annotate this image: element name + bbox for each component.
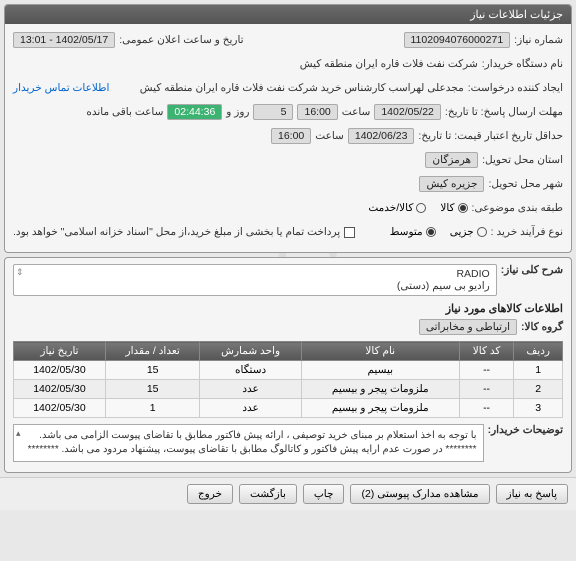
buyer-note-label: توضیحات خریدار: <box>488 424 563 436</box>
print-button[interactable]: چاپ <box>303 484 345 504</box>
th-qty: تعداد / مقدار <box>105 342 199 361</box>
cell-qty: 1 <box>105 399 199 418</box>
cell-code: -- <box>459 380 514 399</box>
cell-date: 1402/05/30 <box>14 399 106 418</box>
cell-name: بیسیم <box>301 361 459 380</box>
radio-dot-icon <box>426 227 436 237</box>
scroll-up-icon[interactable]: ▴ <box>16 427 21 440</box>
radio-dot-icon <box>477 227 487 237</box>
th-name: نام کالا <box>301 342 459 361</box>
th-row: ردیف <box>514 342 563 361</box>
contact-link[interactable]: اطلاعات تماس خریدار <box>13 82 109 94</box>
cell-qty: 15 <box>105 380 199 399</box>
docs-button[interactable]: مشاهده مدارک پیوستی (2) <box>350 484 489 504</box>
items-section-title: اطلاعات کالاهای مورد نیاز <box>13 302 563 315</box>
radio-service-label: کالا/خدمت <box>368 202 413 214</box>
remaining-suffix: ساعت باقی مانده <box>86 106 163 118</box>
deadline-time: 16:00 <box>297 104 337 120</box>
radio-medium[interactable]: متوسط <box>390 226 436 238</box>
cell-row: 2 <box>514 380 563 399</box>
announce-value: 1402/05/17 - 13:01 <box>13 32 115 48</box>
cell-qty: 15 <box>105 361 199 380</box>
back-button[interactable]: بازگشت <box>239 484 297 504</box>
buyer-org-value: شرکت نفت فلات قاره ایران منطقه کیش <box>300 58 478 70</box>
cell-code: -- <box>459 399 514 418</box>
desc-line1: RADIO <box>20 268 490 280</box>
process-label: نوع فرآیند خرید : <box>491 226 563 238</box>
buyer-org-label: نام دستگاه خریدار: <box>482 58 563 70</box>
days-count: 5 <box>253 104 293 120</box>
table-row[interactable]: 1--بیسیمدستگاه151402/05/30 <box>14 361 563 380</box>
desc-line2: رادیو بی سیم (دستی) <box>20 280 490 292</box>
deadline-date: 1402/05/22 <box>374 104 441 120</box>
radio-small-label: جزیی <box>450 226 474 238</box>
buyer-note-text: با توجه به اخذ استعلام بر مبنای خرید توص… <box>28 430 477 455</box>
cell-unit: عدد <box>200 399 301 418</box>
cell-code: -- <box>459 361 514 380</box>
exit-button[interactable]: خروج <box>187 484 233 504</box>
category-label: طبقه بندی موضوعی: <box>472 202 563 214</box>
th-code: کد کالا <box>459 342 514 361</box>
table-row[interactable]: 2--ملزومات پیجر و بیسیمعدد151402/05/30 <box>14 380 563 399</box>
buyer-note-box[interactable]: ▴ با توجه به اخذ استعلام بر مبنای خرید ت… <box>13 424 484 462</box>
time-label2: ساعت <box>315 130 344 142</box>
pay-note: پرداخت تمام یا بخشی از مبلغ خرید،از محل … <box>13 226 340 238</box>
radio-dot-icon <box>458 203 468 213</box>
cell-row: 3 <box>514 399 563 418</box>
radio-service[interactable]: کالا/خدمت <box>368 202 426 214</box>
radio-dot-icon <box>416 203 426 213</box>
items-table: ردیف کد کالا نام کالا واحد شمارش تعداد /… <box>13 341 563 418</box>
desc-label: شرح کلی نیاز: <box>501 264 563 276</box>
province-label: استان محل تحویل: <box>482 154 563 166</box>
cell-name: ملزومات پیجر و بیسیم <box>301 380 459 399</box>
cell-unit: دستگاه <box>200 361 301 380</box>
requester-value: مجدعلی لهراسب کارشناس خرید شرکت نفت فلات… <box>140 82 464 94</box>
radio-goods-label: کالا <box>440 202 454 214</box>
group-value: ارتباطی و مخابراتی <box>419 319 517 335</box>
announce-label: تاریخ و ساعت اعلان عمومی: <box>119 34 243 46</box>
radio-medium-label: متوسط <box>390 226 423 238</box>
cell-name: ملزومات پیجر و بیسیم <box>301 399 459 418</box>
panel-title: جزئیات اطلاعات نیاز <box>5 5 571 24</box>
cell-unit: عدد <box>200 380 301 399</box>
city-label: شهر محل تحویل: <box>488 178 563 190</box>
need-number-value: 1102094076000271 <box>404 32 511 48</box>
details-panel: جزئیات اطلاعات نیاز شماره نیاز: 11020940… <box>4 4 572 253</box>
city-value: جزیره کیش <box>419 176 484 192</box>
group-label: گروه کالا: <box>521 321 563 333</box>
th-date: تاریخ نیاز <box>14 342 106 361</box>
button-bar: پاسخ به نیاز مشاهده مدارک پیوستی (2) چاپ… <box>0 477 576 510</box>
description-panel: شرح کلی نیاز: ⇕ RADIO رادیو بی سیم (دستی… <box>4 257 572 473</box>
days-suffix: روز و <box>226 106 249 118</box>
deadline-label: مهلت ارسال پاسخ: تا تاریخ: <box>445 106 563 118</box>
validity-label: حداقل تاریخ اعتبار قیمت: تا تاریخ: <box>418 130 563 142</box>
countdown: 02:44:36 <box>167 104 222 120</box>
desc-textarea[interactable]: ⇕ RADIO رادیو بی سیم (دستی) <box>13 264 497 296</box>
cell-date: 1402/05/30 <box>14 361 106 380</box>
validity-time: 16:00 <box>271 128 311 144</box>
resize-icon: ⇕ <box>16 267 24 278</box>
table-row[interactable]: 3--ملزومات پیجر و بیسیمعدد11402/05/30 <box>14 399 563 418</box>
requester-label: ایجاد کننده درخواست: <box>468 82 563 94</box>
radio-small[interactable]: جزیی <box>450 226 487 238</box>
province-value: هرمزگان <box>425 152 478 168</box>
th-unit: واحد شمارش <box>200 342 301 361</box>
need-number-label: شماره نیاز: <box>514 34 563 46</box>
validity-date: 1402/06/23 <box>348 128 415 144</box>
reply-button[interactable]: پاسخ به نیاز <box>496 484 568 504</box>
cell-date: 1402/05/30 <box>14 380 106 399</box>
treasury-checkbox[interactable] <box>344 227 355 238</box>
cell-row: 1 <box>514 361 563 380</box>
time-label1: ساعت <box>342 106 371 118</box>
radio-goods[interactable]: کالا <box>440 202 467 214</box>
